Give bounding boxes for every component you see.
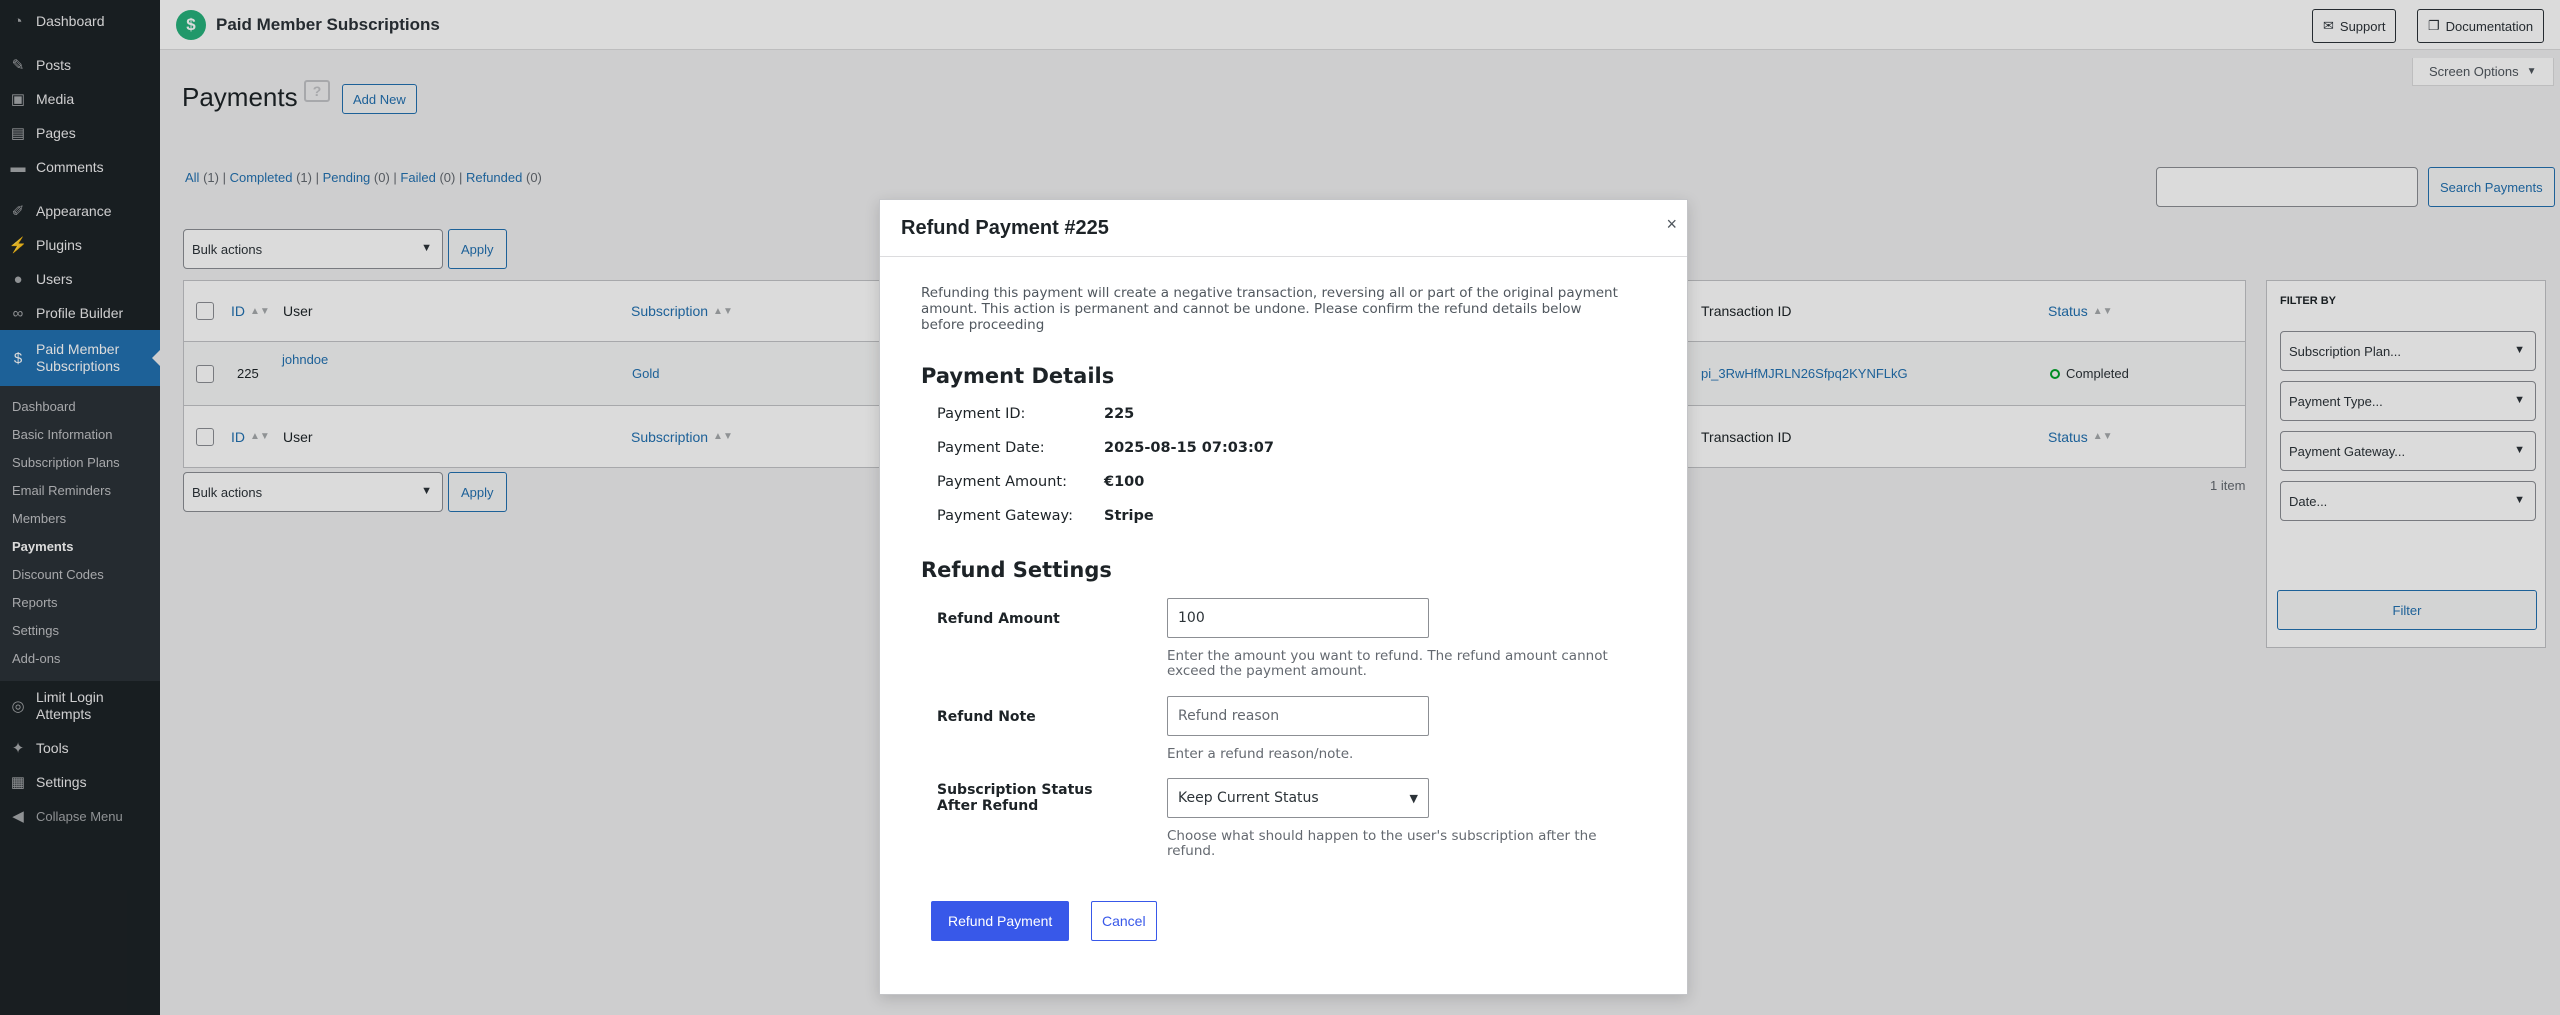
detail-value: 225	[1104, 406, 1135, 422]
modal-title: Refund Payment #225	[901, 216, 1109, 239]
refund-amount-input[interactable]: 100	[1167, 598, 1429, 638]
detail-value: Stripe	[1104, 508, 1154, 524]
detail-payment-date: Payment Date: 2025-08-15 07:03:07	[937, 440, 1274, 456]
refund-amount-label: Refund Amount	[937, 611, 1060, 627]
refund-intro-text: Refunding this payment will create a neg…	[921, 285, 1618, 333]
detail-label: Payment Amount:	[937, 474, 1067, 490]
close-icon[interactable]: ×	[1666, 214, 1677, 235]
refund-amount-help: Enter the amount you want to refund. The…	[1167, 648, 1608, 679]
select-value: Keep Current Status	[1178, 790, 1319, 806]
refund-settings-title: Refund Settings	[921, 558, 1112, 582]
payment-details-title: Payment Details	[921, 364, 1115, 388]
detail-label: Payment ID:	[937, 406, 1026, 422]
status-after-refund-select[interactable]: Keep Current Status ▼	[1167, 778, 1429, 818]
refund-payment-button[interactable]: Refund Payment	[931, 901, 1070, 941]
refund-note-help: Enter a refund reason/note.	[1167, 746, 1354, 762]
detail-value: €100	[1104, 474, 1145, 490]
chevron-down-icon: ▼	[1409, 792, 1418, 805]
detail-value: 2025-08-15 07:03:07	[1104, 440, 1274, 456]
refund-note-input[interactable]: Refund reason	[1167, 696, 1429, 736]
detail-payment-gateway: Payment Gateway: Stripe	[937, 508, 1154, 524]
detail-payment-amount: Payment Amount: €100	[937, 474, 1144, 490]
cancel-button[interactable]: Cancel	[1091, 901, 1157, 941]
status-after-refund-help: Choose what should happen to the user's …	[1167, 828, 1597, 859]
refund-modal: Refund Payment #225 × Refunding this pay…	[879, 199, 1688, 995]
detail-label: Payment Gateway:	[937, 508, 1073, 524]
detail-payment-id: Payment ID: 225	[937, 406, 1134, 422]
status-after-refund-label: Subscription Status After Refund	[937, 782, 1093, 814]
detail-label: Payment Date:	[937, 440, 1045, 456]
refund-note-label: Refund Note	[937, 709, 1036, 725]
modal-header: Refund Payment #225 ×	[880, 200, 1687, 257]
